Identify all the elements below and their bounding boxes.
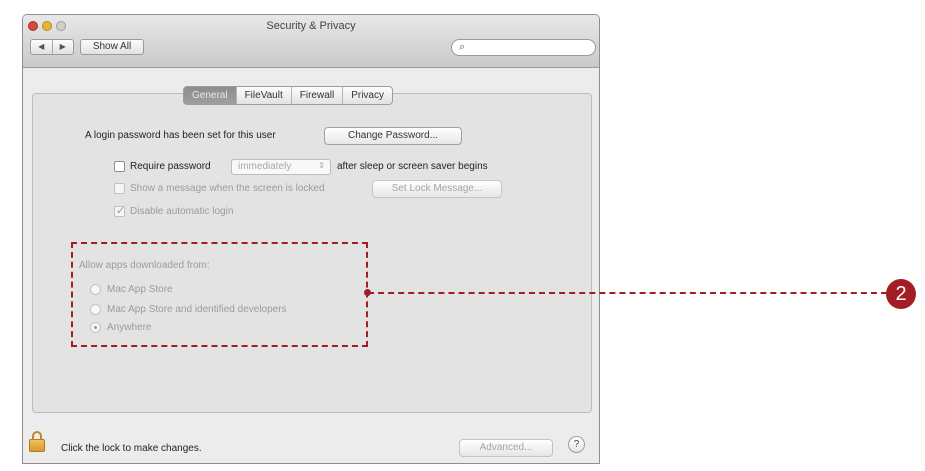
back-forward-control: ◀ ▶	[30, 39, 74, 55]
login-password-text: A login password has been set for this u…	[85, 130, 276, 141]
advanced-button[interactable]: Advanced...	[459, 439, 553, 457]
magnifier-icon: ⌕	[459, 41, 466, 53]
security-privacy-window: Security & Privacy ◀ ▶ Show All ⌕ Genera…	[22, 14, 600, 464]
tab-filevault[interactable]: FileVault	[235, 87, 291, 104]
lock-icon[interactable]	[29, 431, 45, 453]
show-message-label: Show a message when the screen is locked	[130, 183, 325, 194]
require-password-delay-value: immediately	[238, 161, 292, 172]
show-message-checkbox[interactable]	[114, 183, 125, 194]
callout-leader-line	[368, 292, 887, 294]
updown-arrows-icon: ⇕	[318, 161, 325, 170]
help-button[interactable]: ?	[568, 436, 585, 453]
back-button[interactable]: ◀	[31, 40, 52, 54]
callout-anchor-dot	[364, 289, 371, 296]
show-all-button[interactable]: Show All	[80, 39, 144, 55]
require-password-checkbox[interactable]	[114, 161, 125, 172]
tab-firewall[interactable]: Firewall	[290, 87, 342, 104]
require-password-suffix: after sleep or screen saver begins	[337, 161, 488, 172]
title-bar: Security & Privacy ◀ ▶ Show All ⌕	[23, 15, 599, 68]
highlight-box	[71, 242, 368, 347]
set-lock-message-button[interactable]: Set Lock Message...	[372, 180, 502, 198]
search-field[interactable]: ⌕	[451, 39, 596, 56]
require-password-label: Require password	[130, 161, 211, 172]
tab-privacy[interactable]: Privacy	[342, 87, 392, 104]
change-password-button[interactable]: Change Password...	[324, 127, 462, 145]
tab-bar: General FileVault Firewall Privacy	[183, 86, 393, 105]
forward-button[interactable]: ▶	[51, 40, 74, 54]
window-title: Security & Privacy	[266, 20, 356, 32]
disable-automatic-login-label: Disable automatic login	[130, 206, 234, 217]
checkmark-icon: ✓	[116, 205, 126, 217]
disable-automatic-login-checkbox[interactable]: ✓	[114, 205, 126, 217]
lock-message: Click the lock to make changes.	[61, 443, 202, 454]
lock-body	[29, 439, 45, 452]
callout-number-badge: 2	[886, 279, 916, 309]
require-password-delay-select[interactable]: immediately ⇕	[231, 159, 331, 175]
tab-general[interactable]: General	[184, 87, 236, 104]
